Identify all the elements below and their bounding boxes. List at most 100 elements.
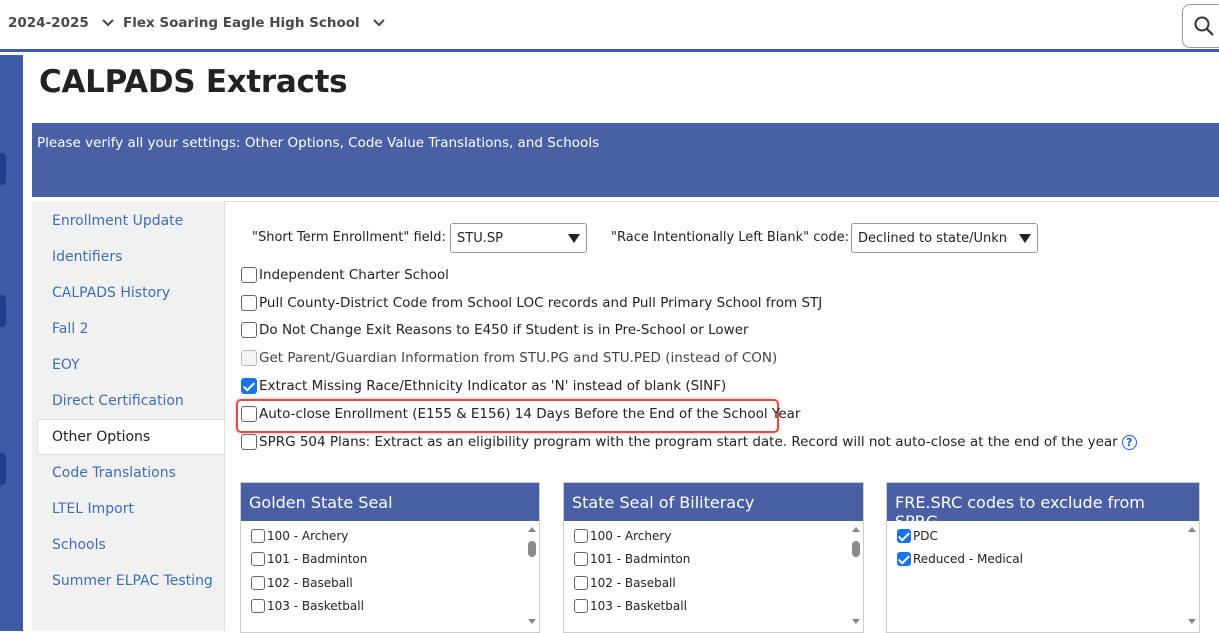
chevron-down-icon xyxy=(102,19,114,27)
item-label: Reduced - Medical xyxy=(913,552,1023,566)
scrollbar[interactable] xyxy=(525,521,539,632)
race-blank-value: Declined to state/Unknown xyxy=(858,231,1008,246)
item-label: 100 - Archery xyxy=(590,529,672,543)
scroll-thumb[interactable] xyxy=(528,541,536,557)
left-rail xyxy=(0,55,23,631)
search-button[interactable] xyxy=(1182,4,1219,48)
option-parent-guardian: Get Parent/Guardian Information from STU… xyxy=(241,350,777,366)
item-label: 101 - Badminton xyxy=(267,552,368,566)
rail-tab[interactable] xyxy=(0,295,6,327)
short-term-select[interactable]: STU.SP xyxy=(450,223,587,253)
item-checkbox[interactable] xyxy=(251,552,265,566)
page-title: CALPADS Extracts xyxy=(39,64,348,100)
info-banner: Please verify all your settings: Other O… xyxy=(32,123,1219,197)
item-label: 103 - Basketball xyxy=(267,599,364,613)
year-selector[interactable]: 2024-2025 xyxy=(8,15,115,31)
item-label: 100 - Archery xyxy=(267,529,349,543)
option-checkbox[interactable] xyxy=(241,322,257,338)
option-label: SPRG 504 Plans: Extract as an eligibilit… xyxy=(259,434,1118,450)
scrollbar[interactable] xyxy=(849,521,863,632)
nav-schools[interactable]: Schools xyxy=(52,537,106,553)
item-checkbox[interactable] xyxy=(251,576,265,590)
item-checkbox[interactable] xyxy=(574,529,588,543)
side-nav: Enrollment Update Identifiers CALPADS Hi… xyxy=(32,201,224,631)
nav-fall-2[interactable]: Fall 2 xyxy=(52,321,88,337)
option-label: Get Parent/Guardian Information from STU… xyxy=(259,350,778,366)
panel-title: State Seal of Biliteracy xyxy=(564,483,863,521)
nav-direct-certification[interactable]: Direct Certification xyxy=(52,393,184,409)
nav-other-options[interactable]: Other Options xyxy=(52,429,150,445)
option-exit-reasons[interactable]: Do Not Change Exit Reasons to E450 if St… xyxy=(241,322,749,338)
nav-ltel-import[interactable]: LTEL Import xyxy=(52,501,134,517)
scroll-down-icon[interactable] xyxy=(528,619,536,624)
panel-state-seal-biliteracy: State Seal of Biliteracy 100 - Archery 1… xyxy=(563,482,864,633)
scroll-thumb[interactable] xyxy=(852,541,860,557)
option-label: Pull County-District Code from School LO… xyxy=(259,295,823,311)
list-item[interactable]: 103 - Basketball xyxy=(574,599,687,613)
race-blank-select[interactable]: Declined to state/Unknown xyxy=(851,223,1038,253)
option-missing-race[interactable]: Extract Missing Race/Ethnicity Indicator… xyxy=(241,378,726,394)
nav-eoy[interactable]: EOY xyxy=(52,357,80,373)
rail-tab[interactable] xyxy=(0,153,6,185)
rail-tab[interactable] xyxy=(0,453,6,485)
school-selector[interactable]: Flex Soaring Eagle High School xyxy=(123,15,386,31)
item-checkbox[interactable] xyxy=(574,599,588,613)
option-label: Independent Charter School xyxy=(259,267,449,283)
list-item[interactable]: 103 - Basketball xyxy=(251,599,364,613)
item-checkbox[interactable] xyxy=(897,552,911,566)
item-checkbox[interactable] xyxy=(251,599,265,613)
list-item[interactable]: 101 - Badminton xyxy=(574,552,690,566)
panel-list: 100 - Archery 101 - Badminton 102 - Base… xyxy=(241,521,539,632)
list-item[interactable]: 100 - Archery xyxy=(251,529,348,543)
dropdown-arrow-icon xyxy=(568,234,580,243)
list-item[interactable]: 101 - Badminton xyxy=(251,552,367,566)
nav-summer-elpac-testing[interactable]: Summer ELPAC Testing xyxy=(52,573,213,589)
option-label: Do Not Change Exit Reasons to E450 if St… xyxy=(259,322,749,338)
item-checkbox[interactable] xyxy=(251,529,265,543)
panel-fre-src-codes: FRE.SRC codes to exclude from SPRG PDC R… xyxy=(886,482,1200,633)
item-checkbox[interactable] xyxy=(897,529,911,543)
nav-enrollment-update[interactable]: Enrollment Update xyxy=(52,213,183,229)
panel-list: 100 - Archery 101 - Badminton 102 - Base… xyxy=(564,521,863,632)
option-label: Extract Missing Race/Ethnicity Indicator… xyxy=(259,378,727,394)
option-auto-close[interactable]: Auto-close Enrollment (E155 & E156) 14 D… xyxy=(241,406,800,422)
short-term-label: "Short Term Enrollment" field: xyxy=(252,230,446,245)
nav-calpads-history[interactable]: CALPADS History xyxy=(52,285,170,301)
nav-identifiers[interactable]: Identifiers xyxy=(52,249,122,265)
option-label: Auto-close Enrollment (E155 & E156) 14 D… xyxy=(259,406,801,422)
scroll-down-icon[interactable] xyxy=(852,619,860,624)
list-item[interactable]: 102 - Baseball xyxy=(574,576,676,590)
list-item[interactable]: PDC xyxy=(897,529,938,543)
item-checkbox[interactable] xyxy=(574,552,588,566)
option-checkbox[interactable] xyxy=(241,434,257,450)
panel-title: FRE.SRC codes to exclude from SPRG xyxy=(887,483,1199,531)
list-item[interactable]: Reduced - Medical xyxy=(897,552,1023,566)
scroll-down-icon[interactable] xyxy=(1188,619,1196,624)
option-checkbox xyxy=(241,350,257,366)
top-bar: 2024-2025 Flex Soaring Eagle High School xyxy=(0,0,1219,52)
option-checkbox[interactable] xyxy=(241,295,257,311)
option-checkbox[interactable] xyxy=(241,406,257,422)
scroll-up-icon[interactable] xyxy=(528,527,536,532)
option-independent-charter[interactable]: Independent Charter School xyxy=(241,267,449,283)
option-pull-county-district[interactable]: Pull County-District Code from School LO… xyxy=(241,295,822,311)
scroll-up-icon[interactable] xyxy=(852,527,860,532)
dropdown-arrow-icon xyxy=(1019,234,1031,243)
panel-list: PDC Reduced - Medical xyxy=(887,521,1199,632)
option-checkbox[interactable] xyxy=(241,267,257,283)
item-checkbox[interactable] xyxy=(574,576,588,590)
item-label: 102 - Baseball xyxy=(590,576,676,590)
item-label: 103 - Basketball xyxy=(590,599,687,613)
school-label: Flex Soaring Eagle High School xyxy=(123,15,360,31)
banner-text: Please verify all your settings: Other O… xyxy=(37,135,600,151)
list-item[interactable]: 102 - Baseball xyxy=(251,576,353,590)
scroll-up-icon[interactable] xyxy=(1188,527,1196,532)
help-icon[interactable]: ? xyxy=(1121,434,1137,450)
nav-code-translations[interactable]: Code Translations xyxy=(52,465,176,481)
list-item[interactable]: 100 - Archery xyxy=(574,529,671,543)
item-label: PDC xyxy=(913,529,938,543)
scrollbar[interactable] xyxy=(1185,521,1199,632)
option-sprg-504[interactable]: SPRG 504 Plans: Extract as an eligibilit… xyxy=(241,434,1137,450)
option-checkbox[interactable] xyxy=(241,378,257,394)
panel-title: Golden State Seal xyxy=(241,483,539,521)
